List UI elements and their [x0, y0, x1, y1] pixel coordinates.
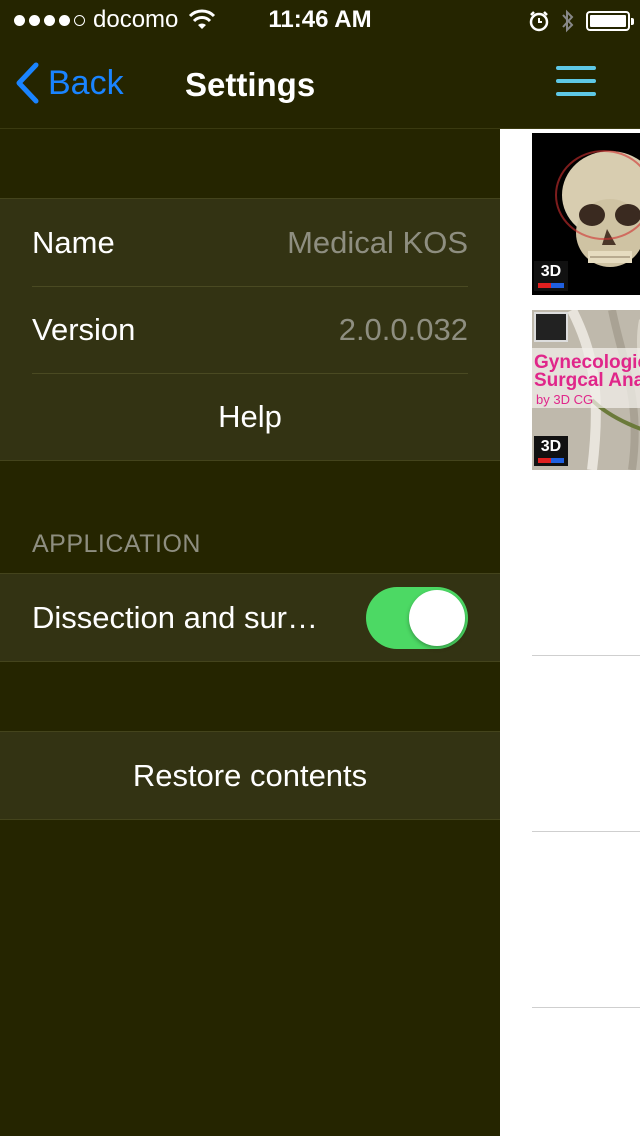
application-group: Dissection and sur…: [0, 573, 500, 662]
bluetooth-icon: [562, 9, 574, 33]
toggle-knob: [409, 589, 465, 646]
restore-row[interactable]: Restore contents: [0, 732, 500, 819]
3d-badge: 3D: [534, 436, 568, 466]
back-button[interactable]: Back: [14, 62, 124, 104]
version-label: Version: [32, 311, 136, 347]
3d-badge: 3D: [534, 261, 568, 291]
version-row: Version 2.0.0.032: [0, 286, 500, 373]
name-label: Name: [32, 224, 115, 260]
content-panel: 3D Gynecologic Surgcal Ana by 3D CG 3D: [500, 129, 640, 1136]
dissection-row: Dissection and sur…: [0, 574, 500, 661]
dissection-toggle[interactable]: [366, 586, 468, 649]
dissection-label: Dissection and sur…: [32, 599, 319, 635]
status-icons: [528, 8, 634, 34]
list-divider: [532, 655, 640, 656]
name-value: Medical KOS: [287, 224, 468, 260]
application-section-header: APPLICATION: [32, 530, 201, 558]
alarm-icon: [529, 11, 549, 32]
version-value: 2.0.0.032: [338, 311, 468, 347]
navigation-bar: Back Settings: [0, 40, 640, 129]
battery-icon: [586, 11, 634, 31]
film-icon: [534, 312, 568, 342]
name-row: Name Medical KOS: [0, 199, 500, 286]
info-group: Name Medical KOS Version 2.0.0.032 Help: [0, 198, 500, 461]
help-row[interactable]: Help: [0, 373, 500, 460]
restore-contents-button[interactable]: Restore contents: [0, 758, 500, 794]
thumbnail-title: Gynecologic Surgcal Ana: [534, 352, 640, 391]
help-button[interactable]: Help: [0, 399, 500, 435]
content-thumbnail-gynecologic[interactable]: Gynecologic Surgcal Ana by 3D CG 3D: [532, 310, 640, 470]
back-label: Back: [48, 63, 124, 102]
page-title: Settings: [185, 66, 316, 103]
list-divider: [532, 831, 640, 832]
status-bar: docomo 11:46 AM: [0, 0, 640, 40]
restore-group: Restore contents: [0, 731, 500, 820]
3d-glasses-icon: [538, 458, 564, 463]
hamburger-icon[interactable]: [556, 66, 596, 102]
list-divider: [532, 1007, 640, 1008]
3d-glasses-icon: [538, 283, 564, 288]
chevron-left-icon: [16, 62, 39, 104]
content-thumbnail-skull[interactable]: 3D: [532, 133, 640, 295]
thumbnail-subtitle: by 3D CG: [536, 392, 594, 407]
